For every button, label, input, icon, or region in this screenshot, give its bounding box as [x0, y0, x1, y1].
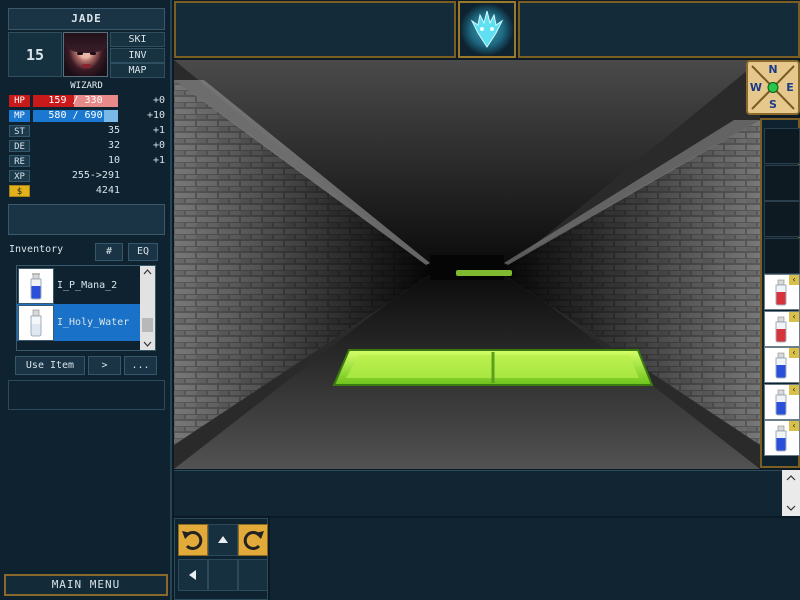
blue-potion-icon — [18, 268, 54, 304]
top-left-panel — [174, 1, 456, 58]
inventory-tab-button[interactable]: INV — [110, 48, 165, 63]
quick-slot-blue-potion-icon[interactable]: ‹ — [764, 420, 800, 456]
rotate-right-icon — [243, 531, 264, 550]
inventory-scrollbar[interactable] — [140, 266, 155, 350]
portrait-lips — [82, 64, 91, 68]
inventory-item-selected[interactable]: I_Holy_Water — [17, 304, 141, 341]
turn-right-button[interactable] — [238, 524, 268, 556]
hp-text: 159 / 330 — [48, 95, 103, 106]
strength-value: 35 — [107, 125, 120, 136]
character-name: JADE — [8, 8, 165, 30]
corridor-depth — [430, 255, 504, 280]
hp-bonus: +0 — [152, 95, 165, 106]
movement-pad — [174, 518, 268, 600]
equipment-button[interactable]: EQ — [128, 243, 158, 261]
scroll-thumb — [142, 318, 153, 332]
character-level: 15 — [8, 32, 62, 77]
hp-tag: HP — [9, 95, 30, 107]
resistance-bonus: +1 — [152, 155, 165, 166]
quick-slot-empty[interactable] — [764, 128, 800, 164]
assign-arrow-icon: ‹ — [789, 275, 799, 285]
compass-icon[interactable]: N S E W — [746, 60, 800, 115]
status-message-box — [8, 204, 165, 235]
next-page-button[interactable]: > — [88, 356, 121, 375]
move-back-button[interactable] — [208, 559, 238, 591]
portrait-eye-left — [77, 52, 83, 55]
far-acid-pit — [456, 270, 512, 276]
strafe-right-button[interactable] — [238, 559, 268, 591]
more-options-button[interactable]: ... — [124, 356, 157, 375]
inventory-footer-panel — [8, 380, 165, 410]
message-log — [174, 470, 800, 516]
holy-water-icon — [18, 305, 54, 341]
dexterity-tag: DE — [9, 140, 30, 152]
hp-bar: 159 / 330 — [33, 95, 118, 107]
use-item-button[interactable]: Use Item — [15, 356, 85, 375]
portrait-hair — [64, 33, 107, 53]
arrow-left-icon — [189, 570, 196, 580]
acid-pit — [332, 349, 654, 386]
strafe-left-button[interactable] — [178, 559, 208, 591]
inventory-item-name: I_Holy_Water — [57, 317, 130, 328]
main-menu-button[interactable]: MAIN MENU — [4, 574, 168, 596]
mp-tag: MP — [9, 110, 30, 122]
bottom-panel — [270, 518, 800, 600]
mp-bar: 580 / 690 — [33, 110, 118, 122]
experience-value: 255->291 — [71, 170, 120, 181]
compass-west: W — [750, 81, 762, 94]
assign-arrow-icon: ‹ — [789, 348, 799, 358]
inventory-item-name: I_P_Mana_2 — [57, 280, 118, 291]
inventory-sort-button[interactable]: # — [95, 243, 123, 261]
mp-bonus: +10 — [146, 110, 165, 121]
resistance-tag: RE — [9, 155, 30, 167]
compass-north: N — [768, 63, 777, 76]
quick-slot-empty[interactable] — [764, 164, 800, 201]
message-log-scrollbar[interactable] — [782, 470, 800, 516]
quick-slot-blue-potion-icon[interactable]: ‹ — [764, 383, 800, 420]
experience-tag: XP — [9, 170, 30, 182]
quick-slot-red-potion-icon[interactable]: ‹ — [764, 274, 800, 310]
quick-item-bar: ‹ ‹ ‹ ‹ ‹ — [760, 118, 800, 468]
scroll-down-icon — [143, 341, 152, 347]
assign-arrow-icon: ‹ — [789, 384, 799, 395]
inventory-item[interactable]: I_P_Mana_2 — [17, 267, 141, 304]
quick-slot-empty[interactable] — [764, 201, 800, 237]
compass-east: E — [786, 81, 794, 94]
skills-tab-button[interactable]: SKI — [110, 32, 165, 47]
scroll-up-icon — [143, 269, 152, 275]
quick-slot-red-potion-icon[interactable]: ‹ — [764, 310, 800, 347]
demon-emblem-icon — [458, 1, 516, 58]
dexterity-bonus: +0 — [152, 140, 165, 151]
move-forward-button[interactable] — [208, 524, 238, 556]
strength-bonus: +1 — [152, 125, 165, 136]
compass-south: S — [769, 98, 777, 111]
gold-value: 4241 — [95, 185, 120, 196]
turn-left-button[interactable] — [178, 524, 208, 556]
character-class: WIZARD — [70, 81, 103, 91]
top-right-panel — [518, 1, 800, 58]
assign-arrow-icon: ‹ — [789, 311, 799, 322]
strength-tag: ST — [9, 125, 30, 137]
portrait-eye-right — [90, 52, 96, 55]
quick-slot-empty[interactable] — [764, 237, 800, 274]
inventory-title: Inventory — [9, 244, 64, 255]
inventory-list[interactable]: I_P_Mana_2 I_Holy_Water — [16, 265, 156, 351]
character-portrait[interactable] — [63, 32, 108, 77]
gold-tag: $ — [9, 185, 30, 197]
arrow-up-icon — [218, 536, 228, 543]
assign-arrow-icon: ‹ — [789, 421, 799, 431]
map-tab-button[interactable]: MAP — [110, 63, 165, 78]
dungeon-viewport[interactable] — [174, 60, 760, 469]
dexterity-value: 32 — [107, 140, 120, 151]
rotate-left-icon — [182, 531, 203, 550]
quick-slot-blue-potion-icon[interactable]: ‹ — [764, 347, 800, 383]
resistance-value: 10 — [107, 155, 120, 166]
mp-text: 580 / 690 — [48, 110, 103, 121]
